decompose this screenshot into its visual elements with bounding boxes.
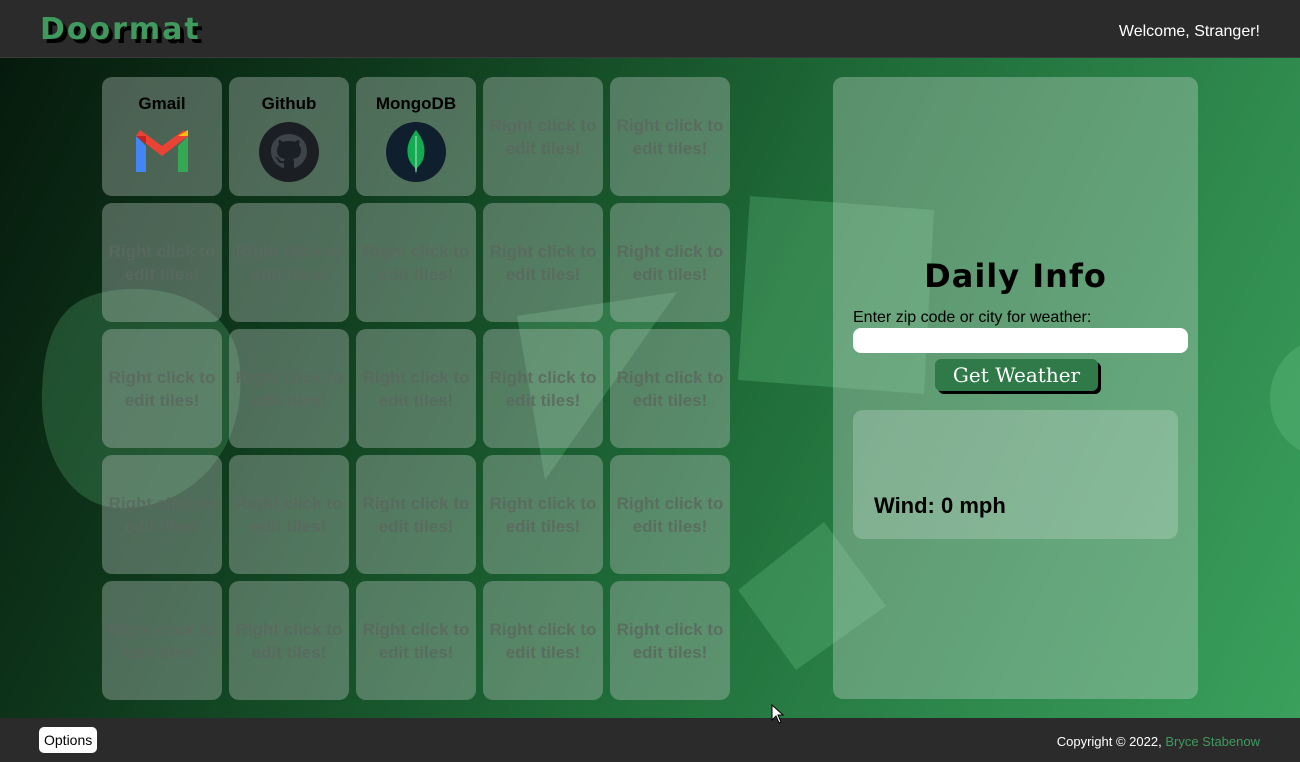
tile-placeholder-text: Right click to edit tiles! — [616, 493, 724, 536]
tile-placeholder-text: Right click to edit tiles! — [235, 619, 343, 662]
tile-placeholder-text: Right click to edit tiles! — [108, 241, 216, 284]
tile-label: MongoDB — [375, 94, 457, 113]
tile-placeholder-text: Right click to edit tiles! — [108, 367, 216, 410]
copyright-text: Copyright © 2022, — [1056, 734, 1166, 749]
tile-empty[interactable]: Right click to edit tiles! — [610, 203, 730, 322]
tile-grid: Gmail Github MongoDB Right click to edit… — [102, 77, 730, 700]
github-icon — [259, 122, 319, 182]
tile-placeholder-text: Right click to edit tiles! — [235, 367, 343, 410]
zip-label: Enter zip code or city for weather: — [853, 309, 1092, 326]
tile-placeholder-text: Right click to edit tiles! — [616, 241, 724, 284]
tile-empty[interactable]: Right click to edit tiles! — [610, 77, 730, 196]
tile-placeholder-text: Right click to edit tiles! — [616, 367, 724, 410]
copyright-notice: Copyright © 2022, Bryce Stabenow — [1057, 734, 1260, 749]
wind-readout: Wind: 0 mph — [874, 493, 1006, 518]
tile-placeholder-text: Right click to edit tiles! — [362, 493, 470, 536]
tile-empty[interactable]: Right click to edit tiles! — [356, 203, 476, 322]
tile-empty[interactable]: Right click to edit tiles! — [356, 581, 476, 700]
tile-placeholder-text: Right click to edit tiles! — [489, 241, 597, 284]
main-area: Gmail Github MongoDB Right click to edit… — [0, 58, 1300, 718]
tile-empty[interactable]: Right click to edit tiles! — [483, 455, 603, 574]
tile-placeholder-text: Right click to edit tiles! — [489, 619, 597, 662]
footer-bar: Options Copyright © 2022, Bryce Stabenow — [0, 718, 1300, 762]
tile-empty[interactable]: Right click to edit tiles! — [483, 203, 603, 322]
tile-empty[interactable]: Right click to edit tiles! — [102, 203, 222, 322]
tile-gmail[interactable]: Gmail — [102, 77, 222, 196]
mongodb-icon — [386, 122, 446, 182]
tile-placeholder-text: Right click to edit tiles! — [362, 241, 470, 284]
tile-placeholder-text: Right click to edit tiles! — [108, 493, 216, 536]
daily-info-panel: Daily Info Enter zip code or city for we… — [833, 77, 1198, 699]
options-button[interactable]: Options — [39, 727, 98, 753]
mouse-cursor-icon — [771, 704, 785, 724]
weather-result-box: Wind: 0 mph — [853, 410, 1178, 539]
tile-empty[interactable]: Right click to edit tiles! — [356, 455, 476, 574]
tile-empty[interactable]: Right click to edit tiles! — [229, 329, 349, 448]
tile-empty[interactable]: Right click to edit tiles! — [610, 329, 730, 448]
tile-placeholder-text: Right click to edit tiles! — [489, 115, 597, 158]
tile-empty[interactable]: Right click to edit tiles! — [356, 329, 476, 448]
tile-empty[interactable]: Right click to edit tiles! — [610, 455, 730, 574]
top-bar: Doormat Welcome, Stranger! — [0, 0, 1300, 58]
tile-placeholder-text: Right click to edit tiles! — [108, 619, 216, 662]
tile-placeholder-text: Right click to edit tiles! — [616, 619, 724, 662]
tile-placeholder-text: Right click to edit tiles! — [362, 367, 470, 410]
tile-placeholder-text: Right click to edit tiles! — [489, 493, 597, 536]
daily-info-title: Daily Info — [924, 257, 1107, 295]
get-weather-button[interactable]: Get Weather — [935, 359, 1098, 391]
gmail-icon — [136, 130, 188, 172]
tile-github[interactable]: Github — [229, 77, 349, 196]
tile-empty[interactable]: Right click to edit tiles! — [229, 203, 349, 322]
tile-placeholder-text: Right click to edit tiles! — [362, 619, 470, 662]
tile-placeholder-text: Right click to edit tiles! — [235, 493, 343, 536]
author-link[interactable]: Bryce Stabenow — [1165, 734, 1260, 749]
tile-label: Gmail — [138, 94, 186, 113]
tile-placeholder-text: Right click to edit tiles! — [489, 367, 597, 410]
tile-empty[interactable]: Right click to edit tiles! — [102, 329, 222, 448]
tile-label: Github — [261, 94, 317, 113]
tile-empty[interactable]: Right click to edit tiles! — [610, 581, 730, 700]
tile-empty[interactable]: Right click to edit tiles! — [102, 581, 222, 700]
tile-empty[interactable]: Right click to edit tiles! — [229, 455, 349, 574]
tile-mongodb[interactable]: MongoDB — [356, 77, 476, 196]
tile-empty[interactable]: Right click to edit tiles! — [229, 581, 349, 700]
tile-empty[interactable]: Right click to edit tiles! — [102, 455, 222, 574]
background-edge-circle-shape — [1270, 345, 1300, 451]
tile-placeholder-text: Right click to edit tiles! — [235, 241, 343, 284]
welcome-message: Welcome, Stranger! — [1118, 23, 1260, 40]
tile-placeholder-text: Right click to edit tiles! — [616, 115, 724, 158]
app-logo: Doormat — [40, 12, 201, 47]
tile-empty[interactable]: Right click to edit tiles! — [483, 77, 603, 196]
tile-empty[interactable]: Right click to edit tiles! — [483, 581, 603, 700]
tile-empty[interactable]: Right click to edit tiles! — [483, 329, 603, 448]
zip-input[interactable] — [853, 328, 1188, 353]
